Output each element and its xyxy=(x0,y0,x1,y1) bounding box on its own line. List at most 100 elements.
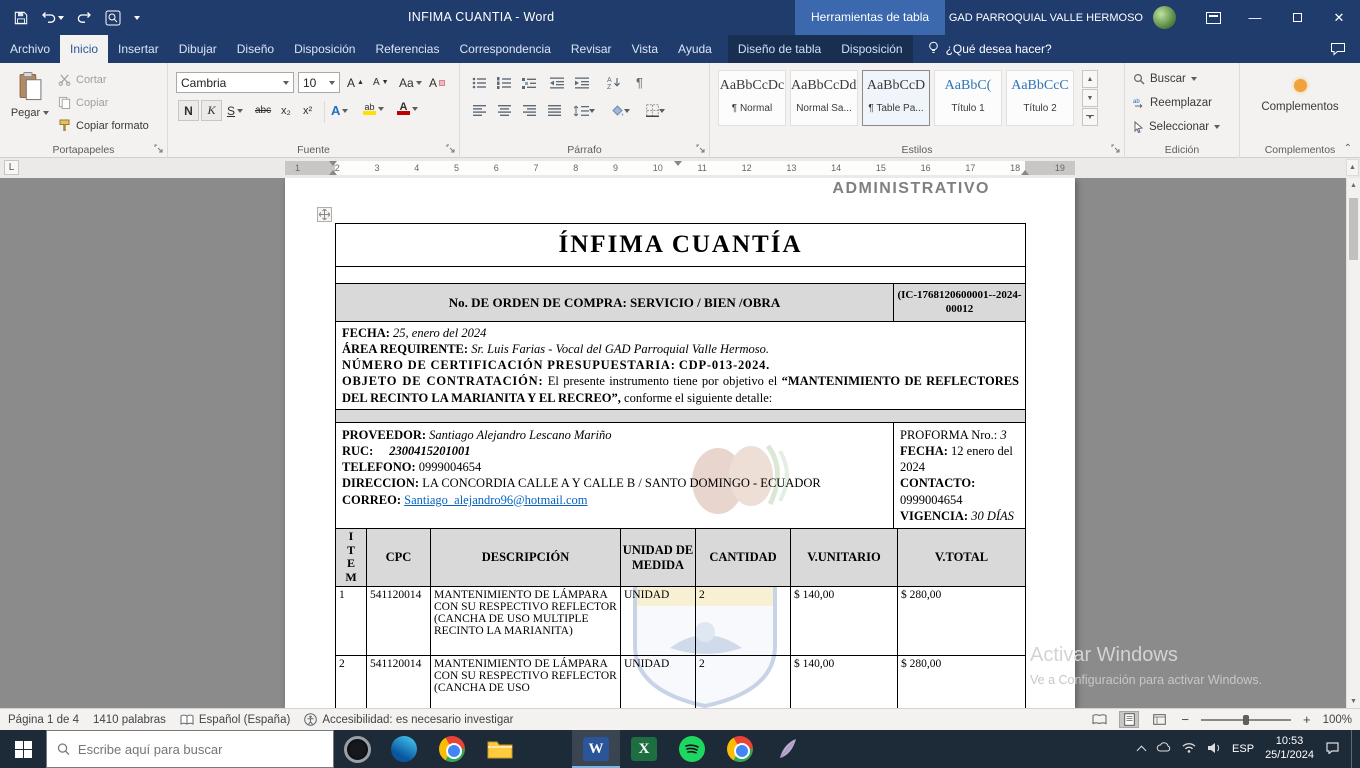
scroll-up-icon[interactable]: ▲ xyxy=(1347,178,1360,192)
table-move-handle-icon[interactable] xyxy=(317,207,332,222)
select-button[interactable]: Seleccionar xyxy=(1133,121,1220,133)
horizontal-ruler[interactable]: 12345678910111213141516171819 xyxy=(285,161,1075,175)
language-indicator[interactable]: Español (España) xyxy=(180,714,290,726)
document-page[interactable]: ADMINISTRATIVO ÍNFIMA CUANTÍA No. DE ORD… xyxy=(285,178,1075,708)
tab-dibujar[interactable]: Dibujar xyxy=(169,35,227,63)
tab-referencias[interactable]: Referencias xyxy=(365,35,449,63)
align-center-icon[interactable] xyxy=(493,100,516,121)
dialog-launcher-icon[interactable] xyxy=(696,144,706,154)
taskbar-app-chrome-2[interactable] xyxy=(716,730,764,768)
tab-disposicion[interactable]: Disposición xyxy=(284,35,365,63)
subscript-button[interactable]: x₂ xyxy=(278,100,294,121)
tab-disposicion-tabla[interactable]: Disposición xyxy=(831,35,912,63)
gallery-more-icon[interactable]: ▼ xyxy=(1082,108,1098,126)
taskbar-app-word[interactable]: W xyxy=(572,730,620,768)
superscript-button[interactable]: x² xyxy=(300,100,315,121)
start-button[interactable] xyxy=(0,730,46,768)
vertical-scrollbar[interactable]: ▲ ▼ xyxy=(1346,178,1360,708)
web-layout-icon[interactable] xyxy=(1149,711,1169,728)
style-card-titulo-1[interactable]: AaBbC(Título 1 xyxy=(934,70,1002,126)
find-button[interactable]: Buscar xyxy=(1133,73,1197,85)
paste-button[interactable]: Pegar xyxy=(7,71,53,119)
decrease-indent-icon[interactable] xyxy=(546,72,569,93)
scrollbar-thumb[interactable] xyxy=(1349,198,1358,260)
dialog-launcher-icon[interactable] xyxy=(154,144,164,154)
tab-insertar[interactable]: Insertar xyxy=(108,35,169,63)
shading-icon[interactable] xyxy=(606,100,634,121)
taskbar-app-chrome[interactable] xyxy=(428,730,476,768)
gallery-up-icon[interactable]: ▲ xyxy=(1082,70,1098,88)
style-card-titulo-2[interactable]: AaBbCcCTítulo 2 xyxy=(1006,70,1074,126)
gallery-down-icon[interactable]: ▼ xyxy=(1082,89,1098,107)
clear-formatting-button[interactable]: A xyxy=(426,72,448,93)
search-input[interactable] xyxy=(78,742,323,757)
ribbon-display-options-icon[interactable] xyxy=(1192,0,1234,35)
taskbar-app-edge[interactable] xyxy=(380,730,428,768)
email-link[interactable]: Santiago_alejandro96@hotmail.com xyxy=(404,493,587,507)
page-indicator[interactable]: Página 1 de 4 xyxy=(8,714,79,726)
tab-ayuda[interactable]: Ayuda xyxy=(668,35,722,63)
copy-button[interactable]: Copiar xyxy=(58,96,108,109)
taskbar-app-spotify[interactable] xyxy=(668,730,716,768)
style-card-normal[interactable]: AaBbCcDc¶ Normal xyxy=(718,70,786,126)
table-column-marker[interactable] xyxy=(674,161,682,166)
replace-button[interactable]: ab Reemplazar xyxy=(1133,97,1212,109)
collapse-ribbon-icon[interactable]: ⌃ xyxy=(1344,143,1352,154)
close-button[interactable]: ✕ xyxy=(1318,0,1360,35)
zoom-slider[interactable] xyxy=(1201,719,1291,721)
tray-expand-icon[interactable] xyxy=(1137,746,1147,756)
highlight-color-button[interactable]: ab xyxy=(360,98,387,119)
change-case-button[interactable]: Aa xyxy=(396,72,425,93)
borders-icon[interactable] xyxy=(640,100,670,121)
font-name-combo[interactable]: Cambria xyxy=(176,72,294,93)
taskbar-app-excel[interactable]: X xyxy=(620,730,668,768)
tray-clock[interactable]: 10:53 25/1/2024 xyxy=(1265,735,1314,763)
customize-qat-chevron-icon[interactable] xyxy=(134,16,140,20)
line-spacing-icon[interactable] xyxy=(570,100,598,121)
comments-icon[interactable] xyxy=(1330,35,1346,63)
underline-button[interactable]: S xyxy=(224,100,246,121)
redo-icon[interactable] xyxy=(77,11,92,24)
taskbar-app-explorer[interactable] xyxy=(476,730,524,768)
grow-font-button[interactable]: A▲ xyxy=(344,72,367,93)
bold-button[interactable]: N xyxy=(178,100,199,121)
minimize-button[interactable]: — xyxy=(1234,0,1276,35)
zoom-in-button[interactable]: + xyxy=(1301,712,1313,727)
multilevel-list-icon[interactable] xyxy=(518,72,541,93)
zoom-level[interactable]: 100% xyxy=(1323,714,1352,726)
tab-archivo[interactable]: Archivo xyxy=(0,35,60,63)
first-line-indent-marker[interactable] xyxy=(329,161,337,166)
tab-vista[interactable]: Vista xyxy=(622,35,668,63)
tab-diseno-de-tabla[interactable]: Diseño de tabla xyxy=(728,35,831,63)
dialog-launcher-icon[interactable] xyxy=(1111,144,1121,154)
zoom-out-button[interactable]: − xyxy=(1179,712,1191,727)
account-name[interactable]: GAD PARROQUIAL VALLE HERMOSO xyxy=(949,12,1143,24)
taskbar-app-lightshot[interactable] xyxy=(764,730,812,768)
taskbar-search[interactable] xyxy=(46,730,334,768)
scroll-down-icon[interactable]: ▼ xyxy=(1347,694,1360,708)
undo-icon[interactable] xyxy=(41,11,64,24)
lens-icon[interactable] xyxy=(105,10,121,26)
show-desktop-button[interactable] xyxy=(1351,730,1356,768)
avatar[interactable] xyxy=(1153,6,1176,29)
font-color-button[interactable]: A xyxy=(394,98,421,119)
tell-me-box[interactable]: ¿Qué desea hacer? xyxy=(927,35,1052,63)
italic-button[interactable]: K xyxy=(201,100,222,121)
numbering-icon[interactable] xyxy=(493,72,516,93)
addins-button[interactable]: Complementos xyxy=(1240,79,1360,113)
strikethrough-button[interactable]: abc xyxy=(252,100,274,121)
font-size-combo[interactable]: 10 xyxy=(298,72,340,93)
format-painter-button[interactable]: Copiar formato xyxy=(58,119,149,132)
dialog-launcher-icon[interactable] xyxy=(446,144,456,154)
align-right-icon[interactable] xyxy=(518,100,541,121)
tab-correspondencia[interactable]: Correspondencia xyxy=(449,35,560,63)
accessibility-status[interactable]: Accesibilidad: es necesario investigar xyxy=(304,713,513,726)
show-marks-icon[interactable]: ¶ xyxy=(628,72,651,93)
word-count[interactable]: 1410 palabras xyxy=(93,714,166,726)
sort-icon[interactable]: AZ xyxy=(603,72,626,93)
tab-diseno[interactable]: Diseño xyxy=(227,35,284,63)
ring-app-icon[interactable] xyxy=(334,730,380,768)
cut-button[interactable]: Cortar xyxy=(58,73,107,86)
tray-language[interactable]: ESP xyxy=(1232,743,1254,755)
bullets-icon[interactable] xyxy=(468,72,491,93)
